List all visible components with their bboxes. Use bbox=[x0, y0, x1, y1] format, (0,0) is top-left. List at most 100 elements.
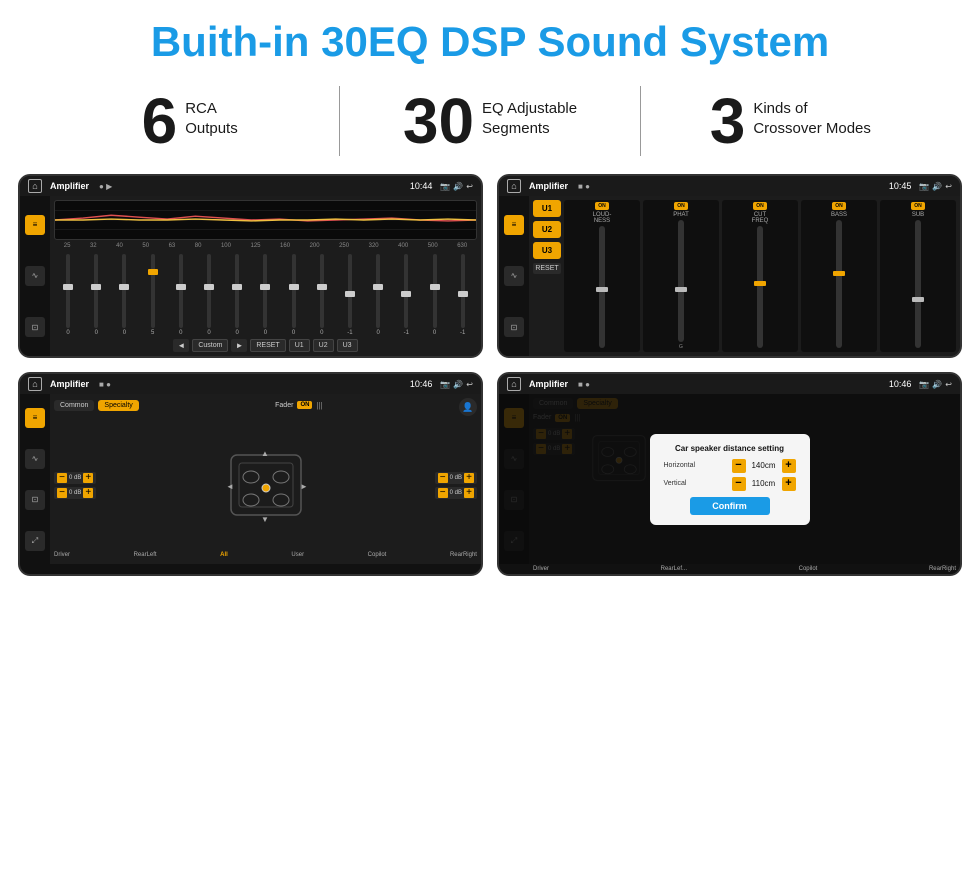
cutfreq-slider[interactable] bbox=[757, 226, 763, 348]
eq-wave-btn[interactable]: ∿ bbox=[25, 266, 45, 286]
vertical-minus-btn[interactable]: − bbox=[732, 477, 746, 491]
eq-reset-btn[interactable]: RESET bbox=[250, 339, 285, 352]
eq-filter-btn[interactable]: ≡ bbox=[25, 215, 45, 235]
eq-slider-5[interactable]: 0 bbox=[202, 252, 216, 336]
loudness-on[interactable]: ON bbox=[595, 202, 609, 210]
fl-plus[interactable]: + bbox=[83, 473, 93, 483]
eq-next-btn[interactable]: ► bbox=[231, 339, 247, 352]
eq-prev-btn[interactable]: ◄ bbox=[173, 339, 189, 352]
eq-u1-btn[interactable]: U1 bbox=[289, 339, 310, 352]
dialog-status-icons: 📷 🔊 ↩ bbox=[919, 380, 952, 389]
mixer-wave-btn[interactable]: ∿ bbox=[504, 266, 524, 286]
confirm-button[interactable]: Confirm bbox=[690, 497, 770, 515]
sub-slider[interactable] bbox=[915, 220, 921, 348]
eq-slider-12[interactable]: -1 bbox=[399, 252, 413, 336]
dialog-rearright-label: RearRight bbox=[929, 566, 956, 572]
eq-app-name: Amplifier bbox=[50, 181, 89, 191]
eq-slider-4[interactable]: 0 bbox=[174, 252, 188, 336]
phat-on[interactable]: ON bbox=[674, 202, 688, 210]
eq-screen-card: ⌂ Amplifier ● ▶ 10:44 📷 🔊 ↩ ≡ ∿ ⊡ bbox=[18, 174, 483, 358]
stat-crossover: 3 Kinds of Crossover Modes bbox=[661, 89, 920, 153]
fader-on-toggle[interactable]: ON bbox=[297, 401, 312, 409]
mixer-status-icons: 📷 🔊 ↩ bbox=[919, 182, 952, 191]
eq-u3-btn[interactable]: U3 bbox=[337, 339, 358, 352]
svg-text:▼: ▼ bbox=[261, 515, 269, 524]
rearleft-label: RearLeft bbox=[134, 552, 157, 558]
phat-label: PHAT bbox=[673, 212, 689, 218]
fr-minus[interactable]: − bbox=[438, 473, 448, 483]
u3-button[interactable]: U3 bbox=[533, 242, 561, 259]
eq-speaker-btn[interactable]: ⊡ bbox=[25, 317, 45, 337]
eq-slider-6[interactable]: 0 bbox=[230, 252, 244, 336]
mixer-camera-icon: 📷 bbox=[919, 182, 929, 191]
crossover-home-icon[interactable]: ⌂ bbox=[28, 377, 42, 391]
dialog-time: 10:46 bbox=[889, 379, 912, 389]
crossover-status-icons: 📷 🔊 ↩ bbox=[440, 380, 473, 389]
bass-slider[interactable] bbox=[836, 220, 842, 348]
fl-db-val: 0 dB bbox=[69, 475, 81, 481]
eq-slider-10[interactable]: -1 bbox=[343, 252, 357, 336]
eq-u2-btn[interactable]: U2 bbox=[313, 339, 334, 352]
eq-slider-1[interactable]: 0 bbox=[89, 252, 103, 336]
stat-divider-1 bbox=[339, 86, 340, 156]
dialog-copilot-label: Copilot bbox=[799, 566, 818, 572]
home-icon[interactable]: ⌂ bbox=[28, 179, 42, 193]
horizontal-minus-btn[interactable]: − bbox=[732, 459, 746, 473]
u2-button[interactable]: U2 bbox=[533, 221, 561, 238]
vertical-plus-btn[interactable]: + bbox=[782, 477, 796, 491]
left-controls: − 0 dB + − 0 dB + bbox=[54, 420, 96, 550]
crossover-filter-btn[interactable]: ≡ bbox=[25, 408, 45, 428]
dialog-dots: ■ ● bbox=[578, 380, 590, 389]
sub-channel: ON SUB bbox=[880, 200, 956, 352]
tab-common[interactable]: Common bbox=[54, 400, 94, 411]
crossover-wave-btn[interactable]: ∿ bbox=[25, 449, 45, 469]
mixer-app-name: Amplifier bbox=[529, 181, 568, 191]
crossover-vol-btn[interactable]: ⊡ bbox=[25, 490, 45, 510]
eq-slider-11[interactable]: 0 bbox=[371, 252, 385, 336]
loudness-slider[interactable] bbox=[599, 226, 605, 348]
horizontal-plus-btn[interactable]: + bbox=[782, 459, 796, 473]
sub-on[interactable]: ON bbox=[911, 202, 925, 210]
horizontal-value: 140cm bbox=[749, 461, 779, 470]
eq-volume-icon: 🔊 bbox=[453, 182, 463, 191]
car-diagram-area: ▲ ▼ ◄ ► bbox=[100, 420, 430, 550]
eq-slider-9[interactable]: 0 bbox=[315, 252, 329, 336]
fl-minus[interactable]: − bbox=[57, 473, 67, 483]
rr-minus[interactable]: − bbox=[438, 488, 448, 498]
rr-plus[interactable]: + bbox=[464, 488, 474, 498]
mixer-volume-icon: 🔊 bbox=[932, 182, 942, 191]
bass-on[interactable]: ON bbox=[832, 202, 846, 210]
dialog-rearleft-label: RearLef... bbox=[661, 566, 687, 572]
eq-slider-0[interactable]: 0 bbox=[61, 252, 75, 336]
eq-slider-3[interactable]: 5 bbox=[146, 252, 160, 336]
all-label[interactable]: All bbox=[220, 552, 228, 558]
phat-slider[interactable] bbox=[678, 220, 684, 342]
eq-slider-8[interactable]: 0 bbox=[287, 252, 301, 336]
fader-row: Fader ON ||| bbox=[275, 401, 323, 410]
cutfreq-on[interactable]: ON bbox=[753, 202, 767, 210]
mixer-home-icon[interactable]: ⌂ bbox=[507, 179, 521, 193]
eq-slider-7[interactable]: 0 bbox=[258, 252, 272, 336]
mixer-content: ≡ ∿ ⊡ U1 U2 U3 RESET ON LOUD-NESS bbox=[499, 196, 960, 356]
crossover-expand-btn[interactable]: ⤢ bbox=[25, 531, 45, 551]
crossover-volume-icon: 🔊 bbox=[453, 380, 463, 389]
rl-plus[interactable]: + bbox=[83, 488, 93, 498]
eq-slider-14[interactable]: -1 bbox=[456, 252, 470, 336]
dialog-home-icon[interactable]: ⌂ bbox=[507, 377, 521, 391]
page-title: Buith-in 30EQ DSP Sound System bbox=[0, 0, 980, 78]
eq-custom-btn[interactable]: Custom bbox=[192, 339, 228, 352]
dialog-status-bar: ⌂ Amplifier ■ ● 10:46 📷 🔊 ↩ bbox=[499, 374, 960, 394]
eq-slider-13[interactable]: 0 bbox=[428, 252, 442, 336]
rl-minus[interactable]: − bbox=[57, 488, 67, 498]
crossover-person-icon[interactable]: 👤 bbox=[459, 398, 477, 416]
tab-specialty[interactable]: Specialty bbox=[98, 400, 138, 411]
mixer-filter-btn[interactable]: ≡ bbox=[504, 215, 524, 235]
eq-content: ≡ ∿ ⊡ 2 bbox=[20, 196, 481, 356]
fr-plus[interactable]: + bbox=[464, 473, 474, 483]
user-label: User bbox=[291, 552, 304, 558]
u1-button[interactable]: U1 bbox=[533, 200, 561, 217]
stat-rca-text: RCA Outputs bbox=[185, 89, 238, 138]
mixer-speaker-btn[interactable]: ⊡ bbox=[504, 317, 524, 337]
mixer-reset-btn[interactable]: RESET bbox=[533, 263, 561, 274]
eq-slider-2[interactable]: 0 bbox=[117, 252, 131, 336]
